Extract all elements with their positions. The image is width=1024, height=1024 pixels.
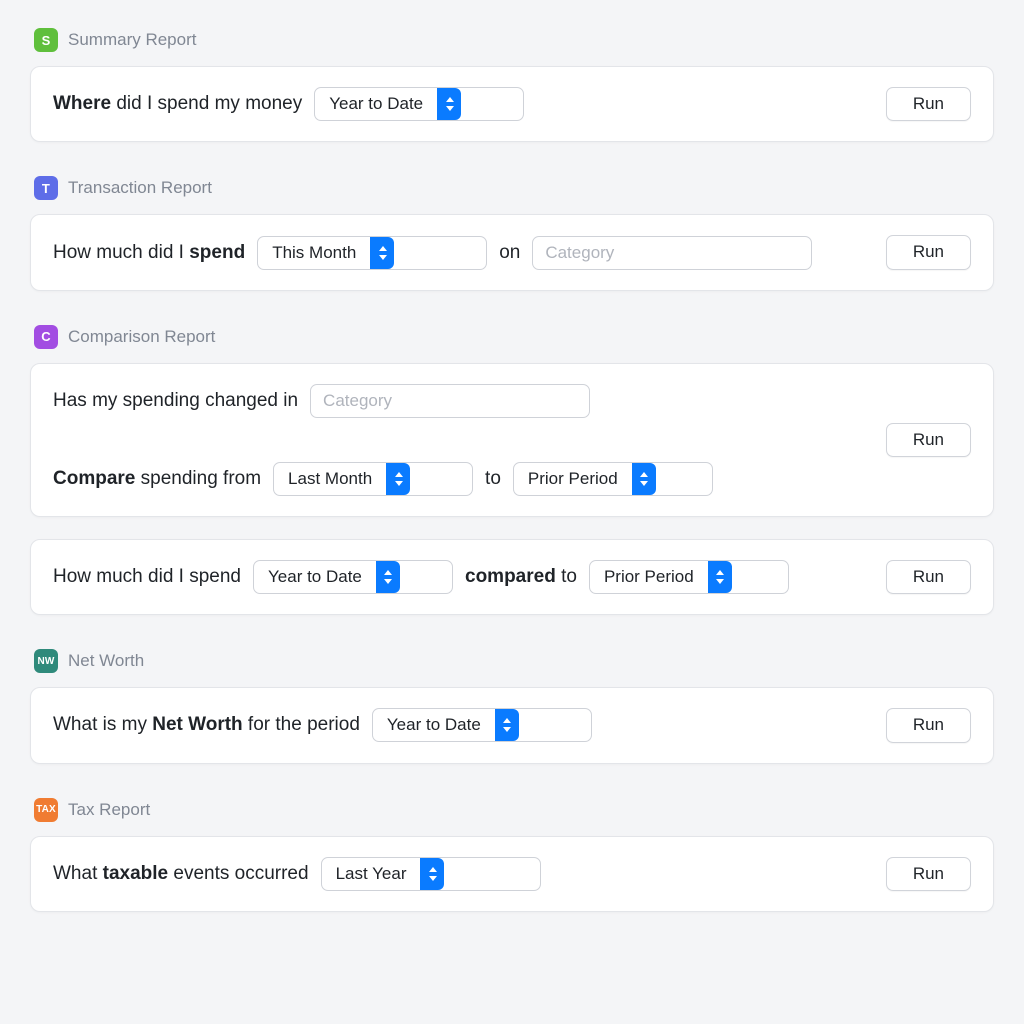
card-content: How much did I spend This Month on — [53, 236, 872, 270]
comparison-compare-text: Compare spending from — [53, 468, 261, 490]
run-button[interactable]: Run — [886, 560, 971, 594]
section-tax-report: TAX Tax Report What taxable events occur… — [30, 798, 994, 912]
run-button[interactable]: Run — [886, 857, 971, 891]
networth-icon: NW — [34, 649, 58, 673]
comparison-card-2: How much did I spend Year to Date compar… — [30, 539, 994, 615]
select-value: Prior Period — [514, 463, 632, 495]
compared-to-label: compared to — [465, 566, 577, 588]
card-content: What taxable events occurred Last Year — [53, 857, 872, 891]
section-header: NW Net Worth — [30, 649, 994, 673]
comparison-icon: C — [34, 325, 58, 349]
select-value: Year to Date — [373, 709, 495, 741]
tax-text: What taxable events occurred — [53, 863, 309, 885]
compare-to-select[interactable]: Prior Period — [513, 462, 713, 496]
section-title: Tax Report — [68, 800, 150, 820]
section-title: Net Worth — [68, 651, 144, 671]
section-summary-report: S Summary Report Where did I spend my mo… — [30, 28, 994, 142]
transaction-period-select[interactable]: This Month — [257, 236, 487, 270]
select-stepper-icon — [386, 463, 410, 495]
transaction-category-input[interactable] — [532, 236, 812, 270]
summary-text: Where did I spend my money — [53, 93, 302, 115]
select-value: Last Month — [274, 463, 386, 495]
section-title: Transaction Report — [68, 178, 212, 198]
networth-text: What is my Net Worth for the period — [53, 714, 360, 736]
select-value: Year to Date — [254, 561, 376, 593]
comparison-changed-text: Has my spending changed in — [53, 390, 298, 412]
section-net-worth: NW Net Worth What is my Net Worth for th… — [30, 649, 994, 763]
transaction-card: How much did I spend This Month on Run — [30, 214, 994, 290]
run-button[interactable]: Run — [886, 423, 971, 457]
card-content: What is my Net Worth for the period Year… — [53, 708, 872, 742]
card-content: Has my spending changed in Compare spend… — [53, 384, 872, 496]
select-value: Last Year — [322, 858, 421, 890]
tax-icon: TAX — [34, 798, 58, 822]
section-header: C Comparison Report — [30, 325, 994, 349]
section-title: Comparison Report — [68, 327, 215, 347]
compare-against-select[interactable]: Prior Period — [589, 560, 789, 594]
summary-icon: S — [34, 28, 58, 52]
compare-spend-text: How much did I spend — [53, 566, 241, 588]
select-stepper-icon — [376, 561, 400, 593]
compare-to-label: to — [485, 468, 501, 490]
select-stepper-icon — [632, 463, 656, 495]
select-stepper-icon — [708, 561, 732, 593]
transaction-icon: T — [34, 176, 58, 200]
select-value: This Month — [258, 237, 370, 269]
tax-card: What taxable events occurred Last Year R… — [30, 836, 994, 912]
compare-from-select[interactable]: Last Month — [273, 462, 473, 496]
card-content: How much did I spend Year to Date compar… — [53, 560, 872, 594]
comparison-card-1: Has my spending changed in Compare spend… — [30, 363, 994, 517]
section-header: S Summary Report — [30, 28, 994, 52]
section-header: TAX Tax Report — [30, 798, 994, 822]
select-stepper-icon — [420, 858, 444, 890]
transaction-on-label: on — [499, 242, 520, 264]
select-stepper-icon — [495, 709, 519, 741]
select-value: Prior Period — [590, 561, 708, 593]
section-comparison-report: C Comparison Report Has my spending chan… — [30, 325, 994, 615]
card-content: Where did I spend my money Year to Date — [53, 87, 872, 121]
run-button[interactable]: Run — [886, 708, 971, 742]
networth-card: What is my Net Worth for the period Year… — [30, 687, 994, 763]
run-button[interactable]: Run — [886, 235, 971, 269]
compare-period-select[interactable]: Year to Date — [253, 560, 453, 594]
comparison-category-input[interactable] — [310, 384, 590, 418]
transaction-text: How much did I spend — [53, 242, 245, 264]
select-stepper-icon — [370, 237, 394, 269]
tax-period-select[interactable]: Last Year — [321, 857, 541, 891]
networth-period-select[interactable]: Year to Date — [372, 708, 592, 742]
section-header: T Transaction Report — [30, 176, 994, 200]
run-button[interactable]: Run — [886, 87, 971, 121]
summary-period-select[interactable]: Year to Date — [314, 87, 524, 121]
section-transaction-report: T Transaction Report How much did I spen… — [30, 176, 994, 290]
section-title: Summary Report — [68, 30, 196, 50]
summary-card: Where did I spend my money Year to Date … — [30, 66, 994, 142]
select-stepper-icon — [437, 88, 461, 120]
select-value: Year to Date — [315, 88, 437, 120]
